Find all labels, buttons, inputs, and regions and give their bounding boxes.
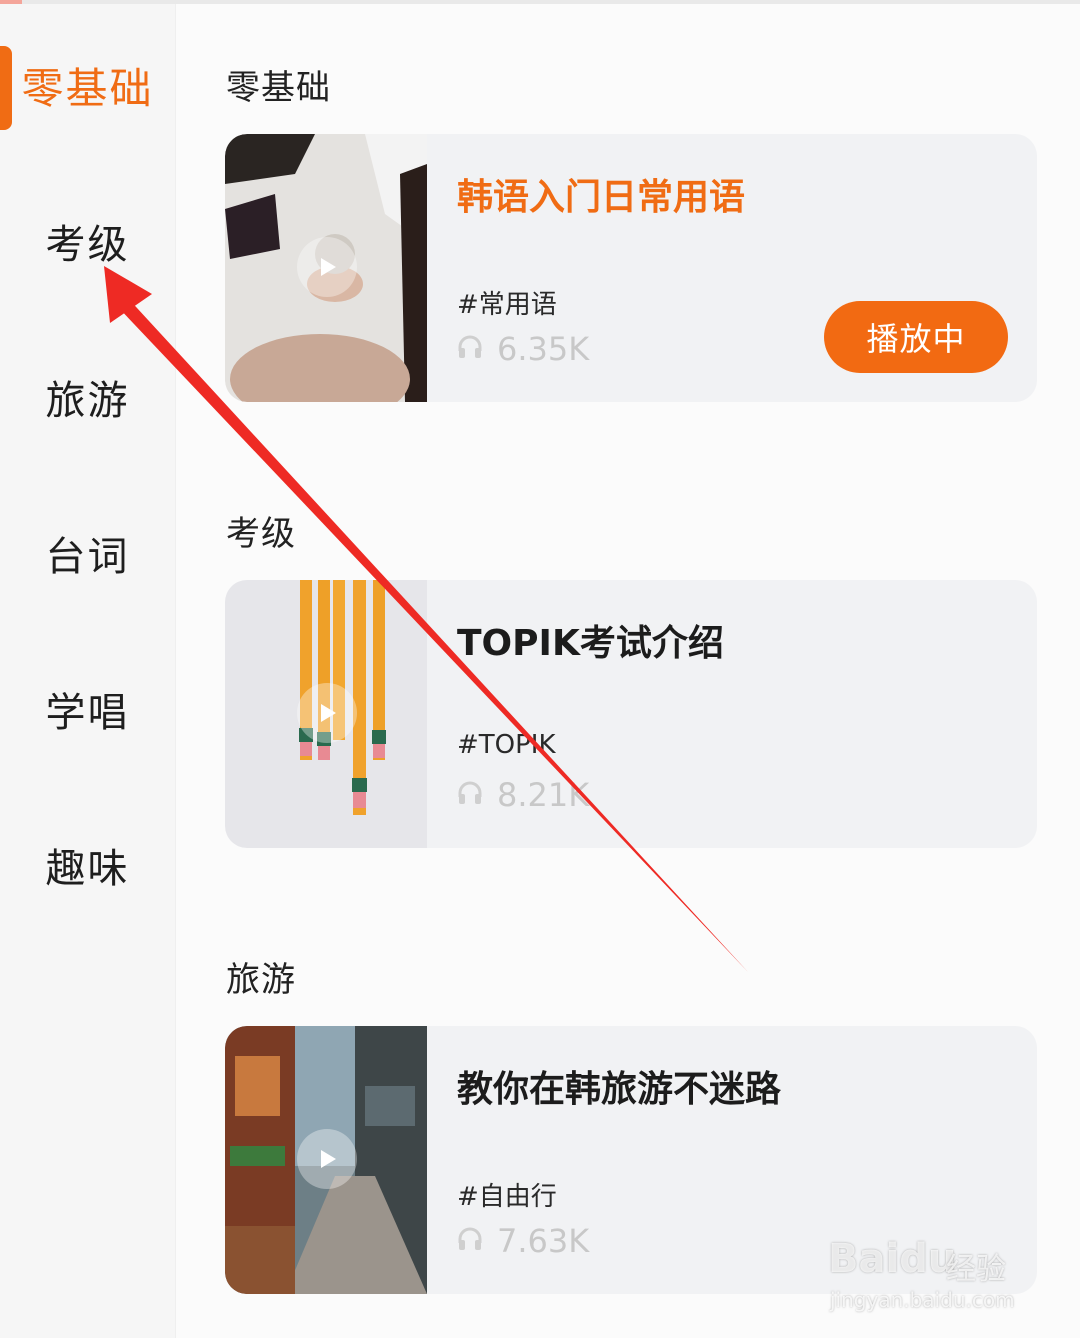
sidebar-item-label: 考级	[45, 222, 130, 268]
app-screen: 零基础 考级 旅游 台词 学唱 趣味 零基础 韩语入门日常用语 #常用语 6.3…	[0, 0, 1080, 1338]
course-thumbnail	[225, 1026, 427, 1294]
course-title: TOPIK考试介绍	[457, 623, 724, 664]
section-title: 考级	[226, 514, 296, 554]
course-card[interactable]: TOPIK考试介绍 #TOPIK 8.21K	[225, 580, 1037, 848]
sidebar-item-lines[interactable]: 台词	[0, 508, 175, 598]
course-tag: #TOPIK	[457, 730, 556, 760]
sidebar-item-fun[interactable]: 趣味	[0, 820, 175, 910]
listen-count-value: 7.63K	[497, 1222, 590, 1260]
play-icon	[297, 1129, 357, 1189]
headphones-icon	[457, 1227, 483, 1255]
section-title: 旅游	[226, 960, 296, 1000]
course-tag: #自由行	[457, 1182, 557, 1212]
sidebar-item-label: 台词	[45, 534, 130, 580]
listen-count: 6.35K	[457, 330, 589, 368]
listen-count: 7.63K	[457, 1222, 589, 1260]
sidebar-item-label: 零基础	[21, 63, 154, 113]
listen-count-value: 6.35K	[497, 330, 590, 368]
sidebar-item-label: 学唱	[45, 690, 130, 736]
watermark-brand: Baidu	[828, 1236, 957, 1282]
baidu-jingyan-watermark: Baidu 经验 jingyan.baidu.com	[828, 1236, 1028, 1316]
headphones-icon	[457, 781, 483, 809]
listen-count-value: 8.21K	[497, 776, 590, 814]
category-sidebar: 零基础 考级 旅游 台词 学唱 趣味	[0, 4, 176, 1338]
watermark-sub: 经验	[946, 1252, 1006, 1287]
play-icon	[297, 683, 357, 743]
course-thumbnail	[225, 134, 427, 402]
sidebar-item-travel[interactable]: 旅游	[0, 352, 175, 442]
sidebar-item-basics[interactable]: 零基础	[0, 40, 175, 130]
playing-status-button[interactable]: 播放中	[824, 301, 1008, 373]
headphones-icon	[457, 335, 483, 363]
section-title: 零基础	[226, 68, 331, 108]
course-title: 韩语入门日常用语	[457, 177, 746, 218]
listen-count: 8.21K	[457, 776, 589, 814]
active-indicator	[0, 46, 12, 130]
course-title: 教你在韩旅游不迷路	[457, 1069, 782, 1110]
course-tag: #常用语	[457, 290, 557, 320]
sidebar-item-singing[interactable]: 学唱	[0, 664, 175, 754]
course-card[interactable]: 韩语入门日常用语 #常用语 6.35K 播放中	[225, 134, 1037, 402]
sidebar-item-label: 旅游	[45, 378, 130, 424]
play-icon	[297, 237, 357, 297]
watermark-url: jingyan.baidu.com	[830, 1288, 1015, 1312]
sidebar-item-exam[interactable]: 考级	[0, 196, 175, 286]
sidebar-item-label: 趣味	[45, 846, 130, 892]
course-thumbnail	[225, 580, 427, 848]
